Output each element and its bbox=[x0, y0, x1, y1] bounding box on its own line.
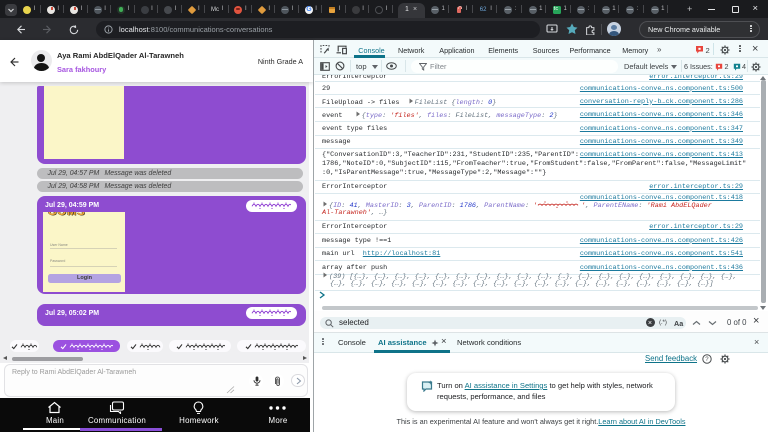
svg-text:?: ? bbox=[705, 357, 709, 363]
